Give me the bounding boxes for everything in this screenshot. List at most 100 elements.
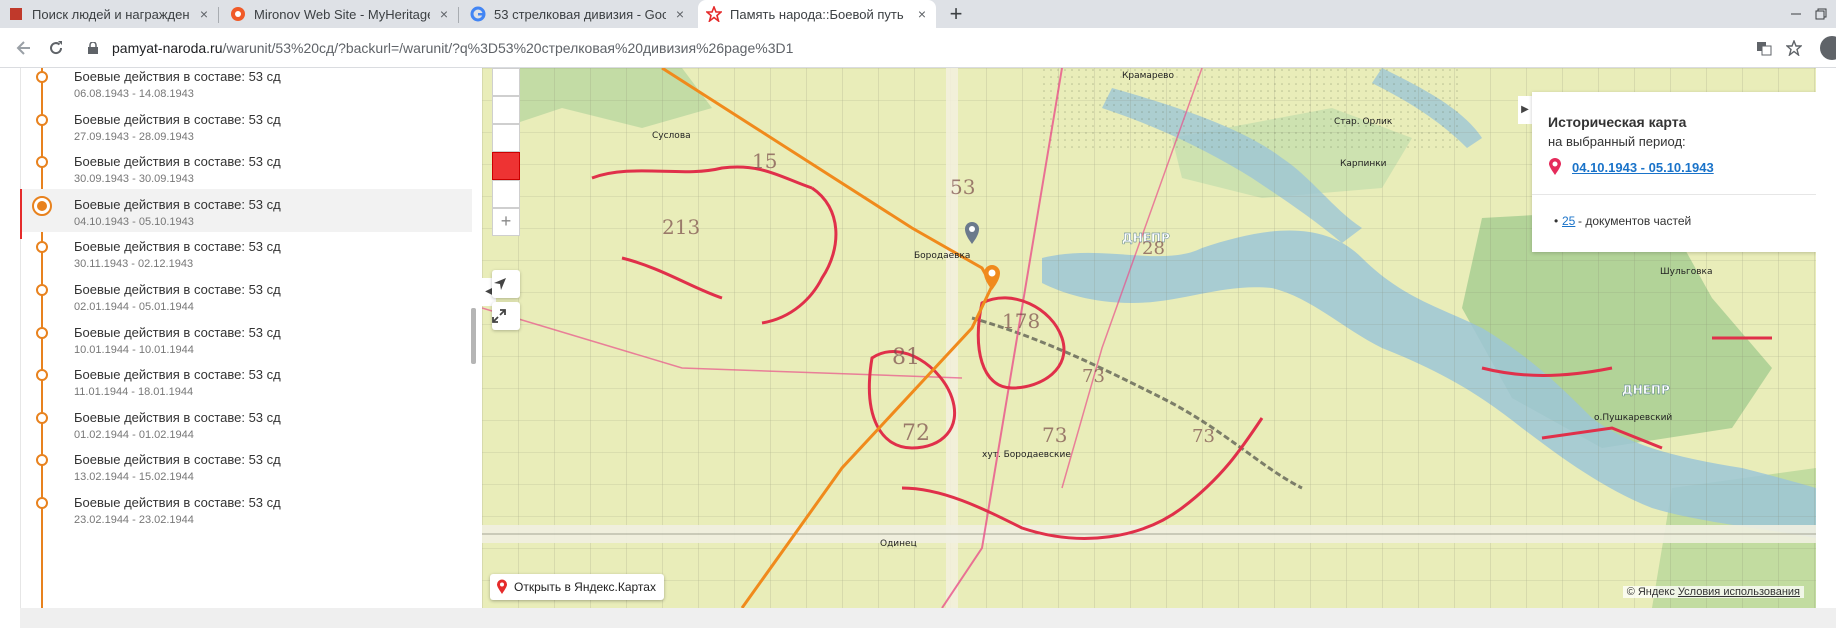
address-bar[interactable]: pamyat-naroda.ru/warunit/53%20сд/?backur… [78,32,1808,64]
map-label: о.Пушкаревский [1594,413,1672,423]
panel-title: Историческая карта [1548,114,1687,130]
timeline-item[interactable]: Боевые действия в составе: 53 сд 01.02.19… [20,402,472,445]
historical-map-panel: Историческая карта на выбранный период: … [1532,92,1816,252]
tab-google[interactable]: 53 стрелковая дивизия - Google × [462,0,694,28]
timeline-dot-icon [36,156,48,169]
timeline-item[interactable]: Боевые действия в составе: 53 сд 02.01.19… [20,274,472,317]
browser-toolbar: pamyat-naroda.ru/warunit/53%20сд/?backur… [0,28,1836,68]
close-icon[interactable]: × [914,6,930,22]
lock-icon [88,41,98,54]
close-icon[interactable]: × [436,6,452,22]
timeline-item-dates: 04.10.1943 - 05.10.1943 [74,215,194,228]
timeline-dot-icon [32,195,52,216]
map-label: Одинец [880,539,917,549]
timeline-item-dates: 27.09.1943 - 28.09.1943 [74,130,194,143]
timeline-item[interactable]: Боевые действия в составе: 53 сд 11.01.19… [20,359,472,402]
timeline-item-title: Боевые действия в составе: 53 сд [74,495,281,510]
map-layer-swatch[interactable] [492,124,520,152]
favicon-icon [8,6,24,22]
timeline-dot-icon [36,369,48,382]
timeline-dot-icon [36,241,48,254]
historical-map[interactable]: Суслова Бородаевка Крамарево Стар. Орлик… [482,68,1816,608]
documents-label: - документов частей [1578,214,1692,228]
timeline-dot-icon [36,454,48,467]
timeline-item-dates: 13.02.1944 - 15.02.1944 [74,471,194,484]
unit-number: 73 [1192,426,1215,447]
timeline-item-dates: 11.01.1944 - 18.01.1944 [74,386,194,399]
tab-title: Mironov Web Site - MyHeritage [254,6,430,22]
unit-number: 72 [902,421,930,446]
timeline-item-dates: 30.11.1943 - 02.12.1943 [74,258,194,271]
timeline-item-active[interactable]: Боевые действия в составе: 53 сд 04.10.19… [20,188,472,239]
unit-number: 81 [892,345,920,370]
timeline-scrollbar[interactable] [471,308,476,364]
documents-count-link[interactable]: 25 [1562,214,1575,228]
tab-divider [218,7,219,23]
tab-title: 53 стрелковая дивизия - Google [494,6,666,22]
timeline-dot-icon [36,284,48,296]
timeline-item[interactable]: Боевые действия в составе: 53 сд 13.02.19… [20,444,472,487]
reload-icon[interactable] [44,36,68,60]
tab-pamyat-naroda[interactable]: Память народа::Боевой путь во × [698,0,936,28]
page-content: Боевые действия в составе: 53 сд 06.08.19… [0,68,1836,628]
map-label: Карпинки [1340,159,1387,169]
open-in-yandex-button[interactable]: Открыть в Яндекс.Картах [490,574,664,600]
timeline-dot-icon [36,113,48,126]
tab-search-people[interactable]: Поиск людей и награждения × [0,0,218,28]
profile-avatar[interactable] [1820,36,1836,60]
terms-link[interactable]: Условия использования [1678,586,1800,598]
myheritage-icon [230,6,246,22]
map-label: Суслова [652,131,691,141]
tab-title: Память народа::Боевой путь во [730,6,908,22]
panel-subtitle: на выбранный период: [1548,134,1686,149]
url-text: pamyat-naroda.ru/warunit/53%20сд/?backur… [112,32,793,64]
timeline-item-title: Боевые действия в составе: 53 сд [74,367,281,383]
timeline-item[interactable]: Боевые действия в составе: 53 сд 23.02.19… [20,487,472,530]
zoom-in-button[interactable]: + [492,208,520,236]
tab-divider [458,7,459,23]
map-copyright: © Яндекс Условия использования [1622,586,1804,598]
restore-icon[interactable] [1806,0,1836,28]
map-label: Шульговка [1660,267,1713,277]
timeline-item-dates: 01.02.1944 - 01.02.1944 [74,428,194,441]
tab-title: Поиск людей и награждения [32,6,190,22]
tab-myheritage[interactable]: Mironov Web Site - MyHeritage × [222,0,458,28]
map-layer-swatch[interactable] [492,68,520,96]
close-icon[interactable]: × [196,6,212,22]
timeline-item[interactable]: Боевые действия в составе: 53 сд 27.09.19… [20,104,472,147]
tab-bar: Поиск людей и награждения × Mironov Web … [0,0,1836,28]
close-icon[interactable]: × [672,6,688,22]
timeline-item[interactable]: Боевые действия в составе: 53 сд 30.11.19… [20,231,472,274]
timeline-item-dates: 23.02.1944 - 23.02.1944 [74,514,194,526]
timeline-item-dates: 10.01.1944 - 10.01.1944 [74,343,194,356]
open-in-yandex-label: Открыть в Яндекс.Картах [514,580,656,594]
new-tab-button[interactable]: + [944,2,968,26]
url-domain: pamyat-naroda.ru [112,40,223,56]
copyright-text: © Яндекс [1626,586,1675,598]
combat-path-timeline: Боевые действия в составе: 53 сд 06.08.19… [20,68,472,608]
timeline-item[interactable]: Боевые действия в составе: 53 сд 30.09.19… [20,146,472,189]
period-link[interactable]: 04.10.1943 - 05.10.1943 [1572,160,1714,175]
timeline-item[interactable]: Боевые действия в составе: 53 сд 10.01.19… [20,317,472,360]
timeline-item-title: Боевые действия в составе: 53 сд [74,452,281,468]
geolocation-arrow-icon[interactable] [492,270,520,298]
unit-number: 73 [1042,423,1067,447]
timeline-item-dates: 06.08.1943 - 14.08.1943 [74,88,194,100]
unit-number: 15 [752,149,777,173]
translate-icon[interactable] [1754,38,1774,58]
map-layer-swatch[interactable] [492,180,520,208]
map-label: Крамарево [1122,71,1174,81]
bookmark-star-icon[interactable] [1784,38,1804,58]
timeline-item[interactable]: Боевые действия в составе: 53 сд 06.08.19… [20,68,472,104]
map-label: Бородаевка [914,251,970,261]
unit-number: 53 [950,175,975,199]
fullscreen-expand-icon[interactable] [492,302,520,330]
unit-number: 73 [1082,366,1105,387]
google-icon [470,6,486,22]
back-arrow-icon[interactable] [12,36,36,60]
timeline-item-dates: 30.09.1943 - 30.09.1943 [74,173,194,186]
collapse-right-chevron-icon[interactable]: ▶ [1518,96,1532,124]
map-layer-swatch-red[interactable] [492,152,520,180]
map-layer-swatch[interactable] [492,96,520,124]
timeline-item-title: Боевые действия в составе: 53 сд [74,69,281,84]
